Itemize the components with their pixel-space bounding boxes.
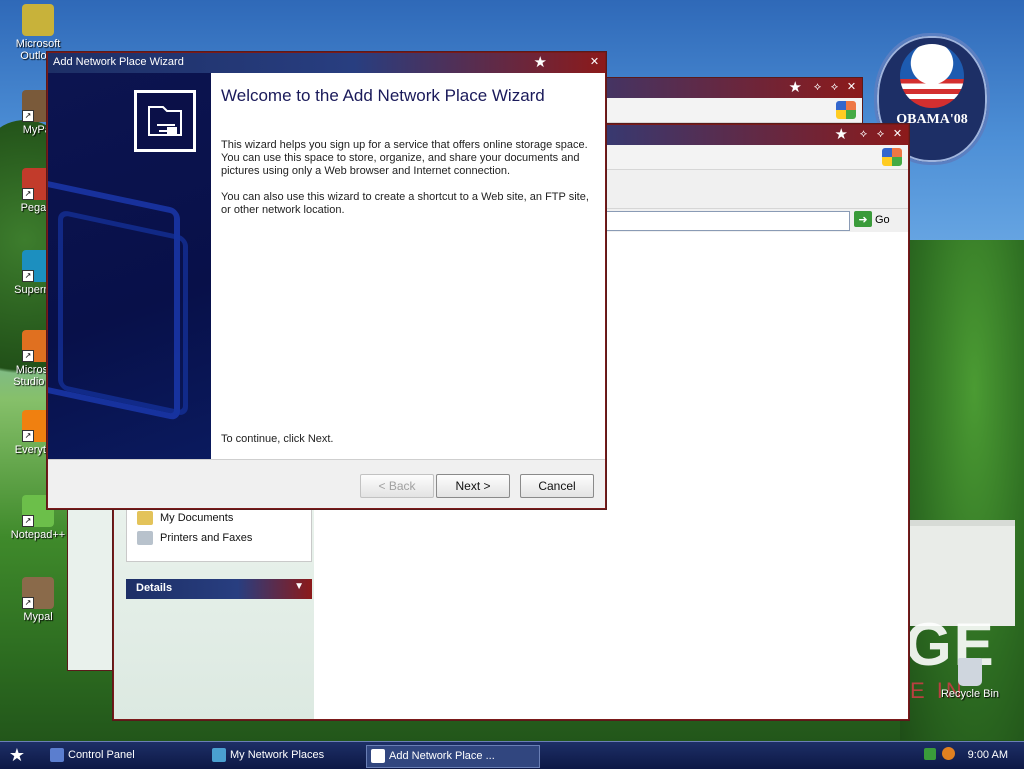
network-icon[interactable]: [924, 748, 936, 760]
add-network-place-wizard[interactable]: Add Network Place Wizard ★ ✕ Welcome to …: [47, 52, 606, 509]
minimize-button[interactable]: ⟡: [811, 81, 824, 94]
folder-graphic: [58, 209, 188, 417]
place-my-documents[interactable]: My Documents: [137, 509, 233, 527]
network-places-icon: [212, 748, 226, 762]
shortcut-arrow-icon: ↗: [22, 188, 34, 200]
back-button[interactable]: < Back: [360, 474, 434, 498]
recycle-bin-label: Recycle Bin: [940, 688, 1000, 700]
wizard-title: Add Network Place Wizard: [53, 56, 184, 68]
shortcut-arrow-icon: ↗: [22, 597, 34, 609]
windows-flag-icon: [882, 148, 902, 166]
network-place-icon: [134, 90, 196, 152]
search-icon[interactable]: [942, 747, 955, 760]
chevron-down-icon[interactable]: ▼: [294, 581, 304, 592]
wizard-continue-text: To continue, click Next.: [221, 433, 334, 445]
star-icon: ★: [533, 54, 547, 71]
next-button[interactable]: Next >: [436, 474, 510, 498]
system-tray: 9:00 AM: [912, 742, 1024, 769]
minimize-button[interactable]: ⟡: [857, 128, 870, 141]
recycle-bin-shortcut[interactable]: Recycle Bin: [934, 658, 1006, 700]
star-icon: ★: [834, 126, 848, 143]
clock: 9:00 AM: [967, 749, 1008, 761]
other-places-panel: My Documents Printers and Faxes: [126, 502, 312, 562]
go-arrow-icon: ➜: [854, 211, 872, 227]
cancel-button[interactable]: Cancel: [520, 474, 594, 498]
windows-flag-icon: [836, 101, 856, 119]
shortcut-arrow-icon: ↗: [22, 515, 34, 527]
maximize-button[interactable]: ⟡: [874, 128, 887, 141]
taskbar-item-my-network-places[interactable]: My Network Places: [208, 745, 380, 766]
control-panel-icon: [50, 748, 64, 762]
wizard-icon: [371, 749, 385, 763]
star-icon: ★: [788, 79, 802, 96]
taskbar-item-control-panel[interactable]: Control Panel: [46, 745, 218, 766]
desktop-shortcut-mypal-2[interactable]: ↗ Mypal: [2, 577, 74, 623]
desktop-shortcut-label: Notepad++: [10, 529, 66, 541]
recycle-bin-icon: [958, 658, 982, 686]
close-button[interactable]: ✕: [588, 56, 601, 69]
mypal-2-icon: ↗: [22, 577, 54, 609]
details-panel-header[interactable]: Details ▼: [126, 579, 312, 599]
start-button[interactable]: ★: [4, 744, 30, 766]
place-printers-and-faxes[interactable]: Printers and Faxes: [137, 529, 252, 547]
maximize-button[interactable]: ⟡: [828, 81, 841, 94]
desktop-shortcut-label: Mypal: [23, 611, 53, 623]
wizard-intro-text: This wizard helps you sign up for a serv…: [221, 139, 588, 177]
wizard-shortcut-text: You can also use this wizard to create a…: [221, 191, 589, 216]
go-label: Go: [875, 214, 890, 226]
printer-icon: [137, 531, 153, 546]
shortcut-arrow-icon: ↗: [22, 350, 34, 362]
go-button[interactable]: ➜ Go: [854, 211, 904, 229]
folder-icon: [137, 511, 153, 526]
taskbar-item-add-network-place[interactable]: Add Network Place ...: [366, 745, 540, 768]
wizard-button-bar: < Back Next > Cancel: [48, 459, 605, 508]
shortcut-arrow-icon: ↗: [22, 110, 34, 122]
wizard-titlebar[interactable]: Add Network Place Wizard ★ ✕: [48, 53, 605, 73]
shortcut-arrow-icon: ↗: [22, 270, 34, 282]
wizard-content: Welcome to the Add Network Place Wizard …: [211, 73, 605, 459]
taskbar: ★ Control Panel My Network Places Add Ne…: [0, 741, 1024, 769]
close-button[interactable]: ✕: [845, 81, 858, 94]
wizard-sidebar: [48, 73, 211, 459]
shortcut-arrow-icon: ↗: [22, 430, 34, 442]
wizard-heading: Welcome to the Add Network Place Wizard: [221, 86, 545, 105]
outlook-icon: [22, 4, 54, 36]
obama-rising-sun-logo-icon: [900, 44, 964, 108]
close-button[interactable]: ✕: [891, 128, 904, 141]
details-label: Details: [136, 582, 173, 594]
